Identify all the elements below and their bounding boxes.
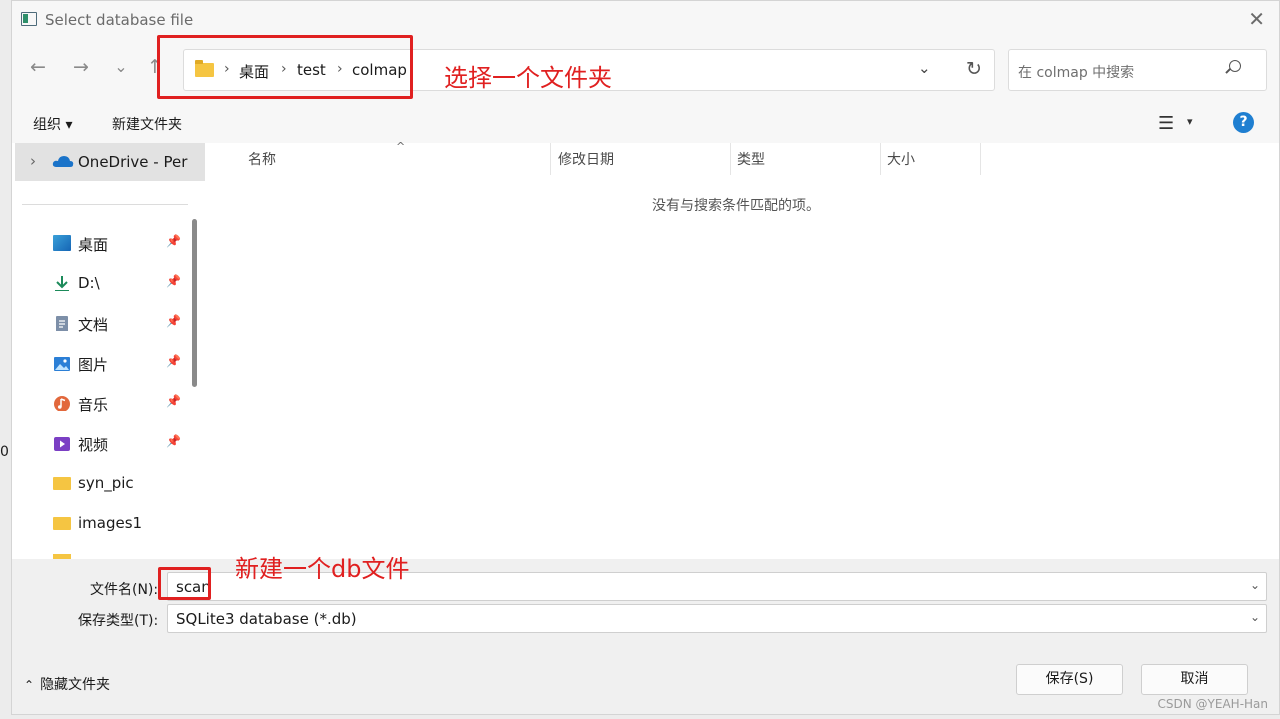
pin-icon: 📌	[166, 274, 181, 288]
column-divider[interactable]	[730, 143, 731, 175]
column-header-type[interactable]: 类型	[737, 149, 765, 169]
sidebar-item-label: 音乐	[78, 396, 109, 414]
hide-folders-toggle[interactable]: ⌃ 隐藏文件夹	[24, 674, 110, 694]
sidebar-item-label: 视频	[78, 436, 109, 454]
chevron-down-icon[interactable]: ⌄	[1250, 578, 1260, 592]
search-input[interactable]: 在 colmap 中搜索	[1018, 62, 1134, 82]
annotation-folder-note: 选择一个文件夹	[444, 64, 612, 92]
view-options-icon[interactable]: ☰	[1158, 113, 1174, 134]
app-icon	[21, 12, 37, 26]
filetype-value[interactable]: SQLite3 database (*.db)	[176, 610, 357, 628]
sidebar-item-label: syn_pic	[78, 474, 134, 492]
folder-icon	[53, 517, 71, 530]
chevron-down-icon[interactable]: ⌄	[918, 59, 931, 77]
pin-icon: 📌	[166, 394, 181, 408]
sidebar-item-syn-pic[interactable]: syn_pic	[12, 465, 202, 501]
sidebar-item-pictures[interactable]: 图片 📌	[12, 345, 202, 381]
help-icon[interactable]: ?	[1233, 112, 1254, 133]
sidebar-item-label: OneDrive - Per	[78, 153, 188, 171]
watermark-text: CSDN @YEAH-Han	[1157, 697, 1268, 711]
recent-locations-button[interactable]: ⌄	[107, 53, 135, 81]
annotation-box-filename	[158, 567, 211, 600]
refresh-icon[interactable]: ↻	[966, 58, 982, 80]
navigation-pane: › OneDrive - Per 桌面 📌 D:\ 📌 文档 📌 图片 📌 音乐…	[12, 143, 206, 559]
sidebar-item-label: images1	[78, 514, 143, 532]
pin-icon: 📌	[166, 434, 181, 448]
sidebar-item-d-drive[interactable]: D:\ 📌	[12, 265, 202, 301]
column-divider[interactable]	[880, 143, 881, 175]
folder-icon	[53, 477, 71, 490]
new-folder-button[interactable]: 新建文件夹	[112, 114, 182, 134]
search-box[interactable]: 在 colmap 中搜索	[1008, 49, 1267, 91]
search-icon[interactable]	[1229, 60, 1241, 72]
organize-menu[interactable]: 组织 ▾	[33, 114, 72, 134]
column-header-modified[interactable]: 修改日期	[558, 149, 614, 169]
sidebar-item-videos[interactable]: 视频 📌	[12, 425, 202, 461]
sidebar-divider	[22, 204, 188, 205]
column-divider[interactable]	[980, 143, 981, 175]
sort-ascending-icon: ^	[396, 140, 406, 153]
sidebar-item-label: 图片	[78, 356, 109, 374]
dialog-title: Select database file	[45, 11, 194, 29]
document-icon	[56, 316, 68, 331]
video-icon	[54, 437, 70, 451]
pin-icon: 📌	[166, 314, 181, 328]
onedrive-cloud-icon	[52, 156, 74, 167]
sidebar-item-label: D:\	[78, 274, 100, 292]
column-header-name[interactable]: 名称	[248, 149, 276, 169]
view-dropdown-icon[interactable]: ▾	[1187, 115, 1193, 128]
save-button[interactable]: 保存(S)	[1016, 664, 1123, 695]
column-divider[interactable]	[550, 143, 551, 175]
annotation-file-note: 新建一个db文件	[235, 555, 410, 583]
sidebar-item-images1[interactable]: images1	[12, 505, 202, 541]
desktop-icon	[53, 235, 71, 251]
sidebar-item-music[interactable]: 音乐 📌	[12, 385, 202, 421]
file-list: ^ 名称 修改日期 类型 大小 没有与搜索条件匹配的项。	[206, 140, 1279, 559]
music-icon	[54, 396, 70, 411]
chevron-right-icon[interactable]: ›	[30, 152, 36, 170]
command-bar: 组织 ▾ 新建文件夹 ☰ ▾ ?	[12, 103, 1279, 143]
close-button[interactable]: ✕	[1248, 7, 1265, 31]
filename-label: 文件名(N):	[90, 582, 159, 598]
file-dialog: Select database file ✕ ← → ⌄ ↑ › 桌面 › te…	[11, 0, 1280, 715]
sidebar-scrollbar[interactable]	[192, 219, 197, 387]
download-icon	[55, 276, 69, 291]
empty-results-message: 没有与搜索条件匹配的项。	[652, 198, 820, 214]
hide-folders-label: 隐藏文件夹	[40, 677, 111, 693]
sidebar-item-onedrive[interactable]: › OneDrive - Per	[15, 143, 205, 181]
pin-icon: 📌	[166, 354, 181, 368]
title-bar: Select database file ✕	[12, 1, 1279, 39]
pictures-icon	[54, 357, 70, 371]
column-header-size[interactable]: 大小	[887, 149, 915, 169]
filetype-select[interactable]: SQLite3 database (*.db) ⌄	[167, 604, 1267, 633]
sidebar-item-label: 桌面	[78, 236, 109, 254]
chevron-up-icon: ⌃	[24, 678, 35, 692]
annotation-box-folder	[157, 35, 413, 99]
forward-button[interactable]: →	[67, 53, 95, 81]
chevron-down-icon[interactable]: ⌄	[1250, 610, 1260, 624]
pin-icon: 📌	[166, 234, 181, 248]
filetype-label: 保存类型(T):	[78, 613, 159, 629]
cancel-button[interactable]: 取消	[1141, 664, 1248, 695]
sidebar-item-desktop[interactable]: 桌面 📌	[12, 225, 202, 261]
background-text-fragment: 0	[0, 444, 9, 460]
back-button[interactable]: ←	[24, 53, 52, 81]
sidebar-item-label: 文档	[78, 316, 109, 334]
sidebar-item-documents[interactable]: 文档 📌	[12, 305, 202, 341]
